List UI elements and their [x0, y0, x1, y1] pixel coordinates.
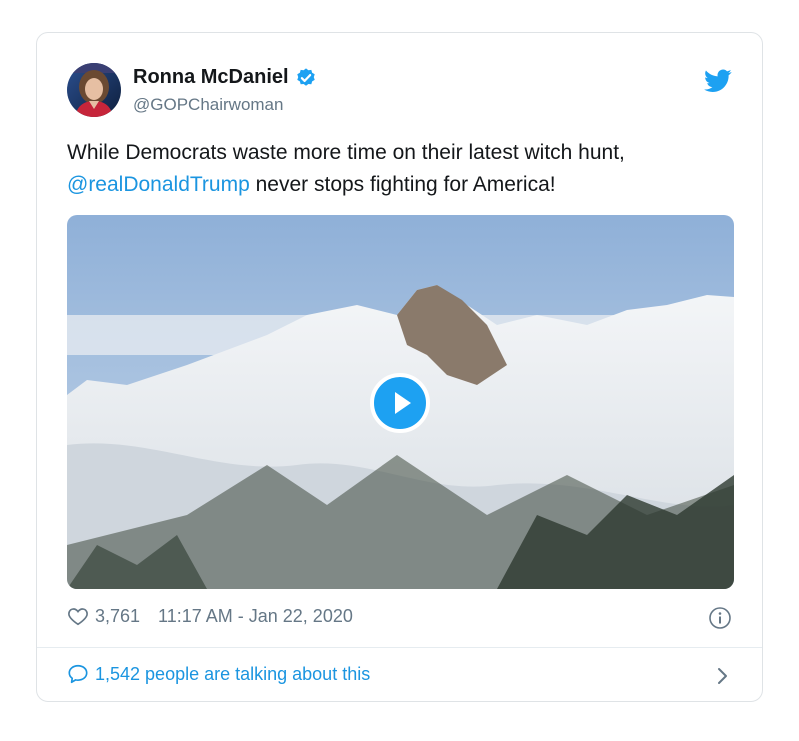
mention-link[interactable]: @realDonaldTrump — [67, 173, 250, 196]
tweet-timestamp[interactable]: 11:17 AM - Jan 22, 2020 — [158, 606, 353, 627]
video-thumbnail[interactable] — [67, 215, 734, 589]
divider — [37, 647, 762, 648]
twitter-bird-icon[interactable] — [704, 69, 732, 93]
like-count[interactable]: 3,761 — [95, 606, 140, 627]
tweet-text-part: never stops fighting for America! — [249, 173, 556, 196]
play-icon — [395, 392, 411, 414]
chevron-right-icon[interactable] — [716, 665, 730, 687]
conversation-link[interactable]: 1,542 people are talking about this — [67, 663, 370, 685]
tweet-text: While Democrats waste more time on their… — [67, 137, 727, 201]
info-icon[interactable] — [708, 606, 732, 630]
tweet-embed-card: Ronna McDaniel @GOPChairwoman While Demo… — [36, 32, 763, 702]
play-button[interactable] — [370, 373, 430, 433]
speech-bubble-icon — [67, 663, 89, 685]
tweet-meta-row: 3,761 11:17 AM - Jan 22, 2020 — [67, 605, 353, 627]
verified-badge-icon — [295, 67, 317, 89]
heart-icon[interactable] — [67, 605, 89, 627]
author-handle[interactable]: @GOPChairwoman — [133, 95, 283, 115]
avatar[interactable] — [67, 63, 121, 117]
conversation-count-text: 1,542 people are talking about this — [95, 663, 371, 684]
author-name-row: Ronna McDaniel — [133, 66, 317, 89]
author-name[interactable]: Ronna McDaniel — [133, 66, 289, 89]
avatar-image — [67, 63, 121, 117]
tweet-text-part: While Democrats waste more time on their… — [67, 141, 625, 164]
